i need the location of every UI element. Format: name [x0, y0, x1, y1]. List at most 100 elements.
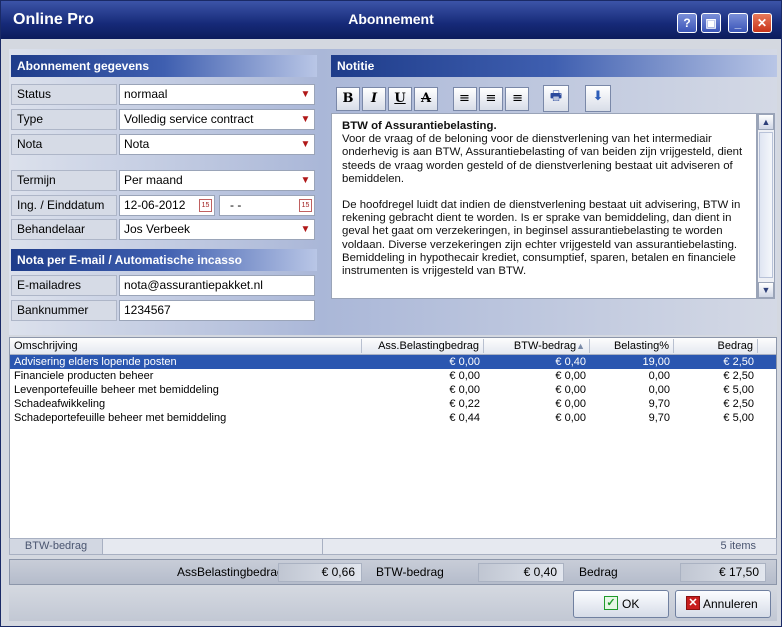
- calendar-icon[interactable]: 15: [199, 199, 212, 212]
- align-center-button[interactable]: ≡: [479, 87, 503, 111]
- footer-divider: [322, 539, 323, 554]
- notes-scrollbar[interactable]: ▲ ▼: [757, 113, 775, 299]
- window-title: Abonnement: [348, 11, 434, 27]
- totals-bar: AssBelastingbedrag € 0,66 BTW-bedrag € 0…: [9, 559, 777, 585]
- email-field[interactable]: nota@assurantiepakket.nl: [119, 275, 315, 296]
- download-button[interactable]: ⬇: [585, 85, 611, 112]
- cell-tax-percent: 0,00: [648, 370, 670, 382]
- notes-editor[interactable]: BTW of Assurantiebelasting. Voor de vraa…: [331, 113, 757, 299]
- table-row[interactable]: Schadeportefeuille beheer met bemiddelin…: [10, 411, 776, 425]
- cancel-icon: ✕: [686, 596, 700, 610]
- cancel-label: Annuleren: [703, 597, 758, 611]
- nota-dropdown[interactable]: Nota ▼: [119, 134, 315, 155]
- cell-description: Schadeafwikkeling: [14, 398, 106, 410]
- cell-amount: € 2,50: [723, 356, 754, 368]
- column-header-tax-percent[interactable]: Belasting%: [590, 339, 674, 353]
- cell-description: Financiele producten beheer: [14, 370, 154, 382]
- end-date-value: - -: [230, 198, 242, 212]
- handler-value: Jos Verbeek: [124, 222, 191, 236]
- align-left-button[interactable]: ≡: [453, 87, 477, 111]
- chevron-down-icon[interactable]: ▼: [299, 138, 312, 151]
- chevron-down-icon[interactable]: ▼: [299, 223, 312, 236]
- scroll-thumb[interactable]: [759, 132, 773, 278]
- bank-label: Banknummer: [11, 300, 117, 321]
- notes-paragraph: Voor de vraag of de beloning voor de die…: [342, 133, 743, 185]
- cell-insurance-tax: € 0,44: [449, 412, 480, 424]
- end-date-field[interactable]: - - 15: [219, 195, 315, 216]
- bold-button[interactable]: B: [336, 87, 360, 111]
- amount-total: € 17,50: [680, 563, 766, 582]
- chevron-down-icon[interactable]: ▼: [299, 113, 312, 126]
- start-date-value: 12-06-2012: [124, 198, 186, 212]
- column-header-vat[interactable]: BTW-bedrag▲: [484, 339, 590, 353]
- footer-group-label[interactable]: BTW-bedrag: [10, 539, 103, 554]
- strikethrough-button[interactable]: A: [414, 87, 438, 111]
- term-value: Per maand: [124, 173, 183, 187]
- item-count: 5 items: [720, 540, 756, 552]
- chevron-down-icon[interactable]: ▼: [299, 174, 312, 187]
- minimize-button[interactable]: _: [728, 13, 748, 33]
- title-bar: Online Pro Abonnement ? ▣ _ ✕: [1, 1, 781, 39]
- help-button[interactable]: ?: [677, 13, 697, 33]
- cancel-button[interactable]: ✕ Annuleren: [675, 590, 771, 618]
- vat-total: € 0,40: [478, 563, 564, 582]
- amount-total-label: Bedrag: [579, 565, 618, 579]
- bank-number-field[interactable]: 1234567: [119, 300, 315, 321]
- cell-vat: € 0,40: [555, 356, 586, 368]
- close-button[interactable]: ✕: [752, 13, 772, 33]
- column-header-insurance-tax[interactable]: Ass.Belastingbedrag: [362, 339, 484, 353]
- fees-table: Omschrijving Ass.Belastingbedrag BTW-bed…: [9, 337, 777, 555]
- cell-description: Schadeportefeuille beheer met bemiddelin…: [14, 412, 227, 424]
- cell-tax-percent: 19,00: [642, 356, 670, 368]
- scroll-up-icon[interactable]: ▲: [758, 114, 774, 130]
- cell-amount: € 2,50: [723, 370, 754, 382]
- status-label: Status: [11, 84, 117, 105]
- cell-amount: € 5,00: [723, 384, 754, 396]
- type-label: Type: [11, 109, 117, 130]
- cell-tax-percent: 9,70: [648, 412, 670, 424]
- term-label: Termijn: [11, 170, 117, 191]
- align-right-button[interactable]: ≡: [505, 87, 529, 111]
- chevron-down-icon[interactable]: ▼: [299, 88, 312, 101]
- status-dropdown[interactable]: normaal ▼: [119, 84, 315, 105]
- insurance-tax-total: € 0,66: [278, 563, 362, 582]
- term-dropdown[interactable]: Per maand ▼: [119, 170, 315, 191]
- cell-amount: € 2,50: [723, 398, 754, 410]
- nota-value: Nota: [124, 137, 150, 151]
- table-row[interactable]: Levenportefeuille beheer met bemiddeling…: [10, 383, 776, 397]
- type-dropdown[interactable]: Volledig service contract ▼: [119, 109, 315, 130]
- table-row[interactable]: Schadeafwikkeling € 0,22 € 0,00 9,70 € 2…: [10, 397, 776, 411]
- ok-button[interactable]: ✓ OK: [573, 590, 669, 618]
- vat-header-label: BTW-bedrag: [513, 340, 577, 352]
- checkmark-icon: ✓: [604, 596, 618, 610]
- cell-vat: € 0,00: [555, 384, 586, 396]
- table-row[interactable]: Financiele producten beheer € 0,00 € 0,0…: [10, 369, 776, 383]
- notes-title: BTW of Assurantiebelasting.: [342, 120, 497, 132]
- date-range-label: Ing. / Einddatum: [11, 195, 117, 216]
- sort-ascending-icon: ▲: [576, 341, 585, 351]
- insurance-tax-total-label: AssBelastingbedrag: [177, 565, 284, 579]
- cell-insurance-tax: € 0,00: [449, 370, 480, 382]
- subscription-window: Online Pro Abonnement ? ▣ _ ✕ Abonnement…: [0, 0, 782, 627]
- subscription-heading: Abonnement gegevens: [11, 55, 317, 77]
- table-header: Omschrijving Ass.Belastingbedrag BTW-bed…: [10, 338, 776, 355]
- scroll-down-icon[interactable]: ▼: [758, 282, 774, 298]
- italic-button[interactable]: I: [362, 87, 386, 111]
- start-date-field[interactable]: 12-06-2012 15: [119, 195, 215, 216]
- cell-amount: € 5,00: [723, 412, 754, 424]
- table-footer: BTW-bedrag 5 items: [9, 538, 777, 555]
- email-label: E-mailadres: [11, 275, 117, 296]
- cell-tax-percent: 9,70: [648, 398, 670, 410]
- restore-button[interactable]: ▣: [701, 13, 721, 33]
- underline-button[interactable]: U: [388, 87, 412, 111]
- print-button[interactable]: 🖶: [543, 85, 569, 112]
- column-header-amount[interactable]: Bedrag: [674, 339, 758, 353]
- type-value: Volledig service contract: [124, 112, 254, 126]
- nota-label: Nota: [11, 134, 117, 155]
- handler-label: Behandelaar: [11, 219, 117, 240]
- calendar-icon[interactable]: 15: [299, 199, 312, 212]
- cell-insurance-tax: € 0,00: [449, 384, 480, 396]
- table-row[interactable]: Advisering elders lopende posten € 0,00 …: [10, 355, 776, 369]
- column-header-description[interactable]: Omschrijving: [10, 339, 362, 353]
- handler-dropdown[interactable]: Jos Verbeek ▼: [119, 219, 315, 240]
